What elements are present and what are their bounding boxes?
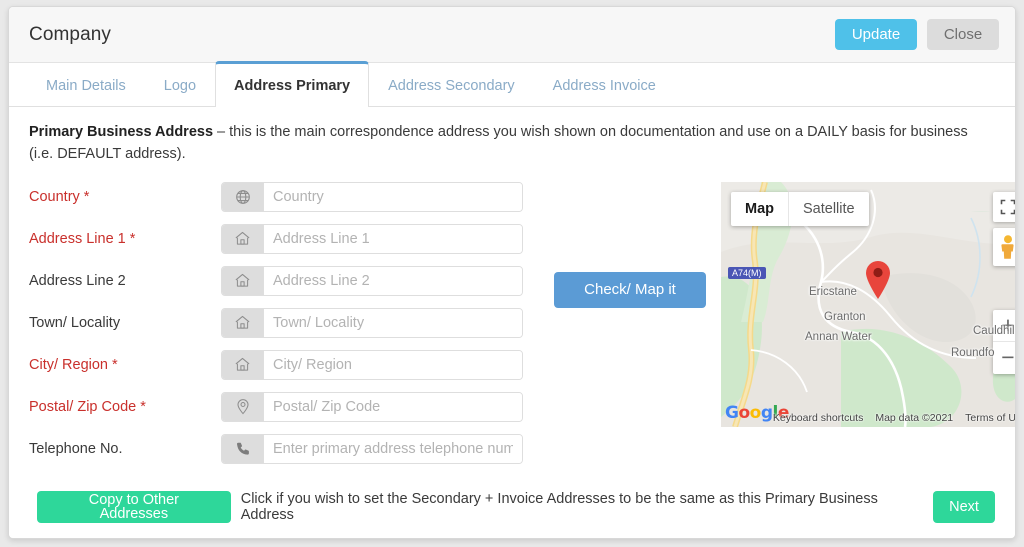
modal-header: Company Update Close bbox=[9, 7, 1015, 63]
zoom-out-button[interactable]: − bbox=[993, 342, 1015, 374]
field-row-town-locality: Town/ Locality bbox=[29, 302, 539, 344]
map-label-roundfo: Roundfo bbox=[951, 346, 995, 359]
intro-text: Primary Business Address – this is the m… bbox=[29, 121, 995, 166]
field-row-address-line-2: Address Line 2 bbox=[29, 260, 539, 302]
address-form: Country * Address Line 1 * bbox=[29, 176, 539, 470]
tab-main-details[interactable]: Main Details bbox=[27, 64, 145, 107]
map-pin-icon bbox=[222, 392, 264, 421]
check-map-col: Check/ Map it bbox=[539, 176, 721, 470]
input-group-postal-zip bbox=[221, 391, 523, 422]
telephone-input[interactable] bbox=[264, 434, 522, 463]
map-attribution-bar: Keyboard shortcuts Map data ©2021 Terms … bbox=[721, 411, 1015, 424]
town-locality-input[interactable] bbox=[264, 308, 522, 337]
page-title: Company bbox=[29, 23, 112, 45]
map-label-granton: Granton bbox=[824, 310, 866, 323]
fullscreen-icon[interactable] bbox=[993, 191, 1015, 222]
address-line-2-input[interactable] bbox=[264, 266, 522, 295]
tab-bar: Main Details Logo Address Primary Addres… bbox=[9, 61, 1015, 107]
home-icon bbox=[222, 308, 264, 337]
footer-note: Click if you wish to set the Secondary +… bbox=[240, 491, 878, 523]
map-type-satellite-button[interactable]: Satellite bbox=[789, 192, 869, 226]
phone-icon bbox=[222, 434, 264, 463]
globe-icon bbox=[222, 182, 264, 211]
input-group-address-line-1 bbox=[221, 223, 523, 254]
pegman-street-view-icon[interactable] bbox=[993, 227, 1015, 266]
update-button[interactable]: Update bbox=[835, 19, 917, 50]
field-row-address-line-1: Address Line 1 * bbox=[29, 218, 539, 260]
address-line-1-input[interactable] bbox=[264, 224, 522, 253]
input-group-telephone bbox=[221, 433, 523, 464]
map-label-ericstane: Ericstane bbox=[809, 285, 857, 298]
map-marker-pin[interactable] bbox=[864, 260, 892, 305]
tab-logo[interactable]: Logo bbox=[145, 64, 215, 107]
input-group-address-line-2 bbox=[221, 265, 523, 296]
map-type-control: Map Satellite bbox=[731, 191, 869, 226]
header-actions: Update Close bbox=[835, 19, 999, 50]
map-label-cauldhill: Cauldhill bbox=[973, 324, 1016, 337]
map-col: Map Satellite + − A74(M) Ericstane Grant… bbox=[721, 176, 1016, 470]
field-row-telephone: Telephone No. bbox=[29, 428, 539, 470]
intro-heading: Primary Business Address bbox=[29, 124, 214, 140]
home-icon bbox=[222, 350, 264, 379]
input-group-city-region bbox=[221, 349, 523, 380]
input-group-country bbox=[221, 181, 523, 212]
label-telephone: Telephone No. bbox=[29, 440, 123, 457]
address-content: Country * Address Line 1 * bbox=[29, 176, 1015, 470]
label-address-line-2: Address Line 2 bbox=[29, 272, 126, 289]
postal-zip-input[interactable] bbox=[264, 392, 522, 421]
map-zoom-control: + − bbox=[993, 309, 1015, 374]
field-row-city-region: City/ Region * bbox=[29, 344, 539, 386]
city-region-input[interactable] bbox=[264, 350, 522, 379]
country-input[interactable] bbox=[264, 182, 522, 211]
terms-of-use-link[interactable]: Terms of Use bbox=[965, 412, 1015, 424]
tab-panel-address-primary: Primary Business Address – this is the m… bbox=[9, 107, 1015, 476]
home-icon bbox=[222, 224, 264, 253]
road-shield-a74m: A74(M) bbox=[728, 266, 766, 279]
tab-address-secondary[interactable]: Address Secondary bbox=[369, 64, 534, 107]
label-postal-zip: Postal/ Zip Code * bbox=[29, 398, 146, 415]
keyboard-shortcuts-link[interactable]: Keyboard shortcuts bbox=[773, 412, 863, 424]
field-row-country: Country * bbox=[29, 176, 539, 218]
field-row-postal-zip: Postal/ Zip Code * bbox=[29, 386, 539, 428]
input-group-town-locality bbox=[221, 307, 523, 338]
company-modal: Company Update Close Main Details Logo A… bbox=[8, 6, 1016, 539]
tab-address-primary[interactable]: Address Primary bbox=[215, 61, 370, 107]
map-data-text: Map data ©2021 bbox=[875, 411, 954, 424]
google-map[interactable]: Map Satellite + − A74(M) Ericstane Grant… bbox=[721, 181, 1016, 427]
label-address-line-1: Address Line 1 * bbox=[29, 230, 136, 247]
map-label-annan-water: Annan Water bbox=[805, 330, 872, 343]
modal-footer: Copy to Other Addresses Click if you wis… bbox=[9, 476, 1015, 538]
close-button[interactable]: Close bbox=[927, 19, 999, 50]
next-button[interactable]: Next bbox=[933, 491, 995, 523]
label-town-locality: Town/ Locality bbox=[29, 314, 121, 331]
copy-to-other-addresses-button[interactable]: Copy to Other Addresses bbox=[37, 491, 231, 523]
home-icon bbox=[222, 266, 264, 295]
map-type-map-button[interactable]: Map bbox=[731, 191, 789, 226]
label-country: Country * bbox=[29, 188, 90, 205]
label-city-region: City/ Region * bbox=[29, 356, 118, 373]
check-map-it-button[interactable]: Check/ Map it bbox=[554, 271, 706, 308]
tab-address-invoice[interactable]: Address Invoice bbox=[534, 64, 675, 107]
